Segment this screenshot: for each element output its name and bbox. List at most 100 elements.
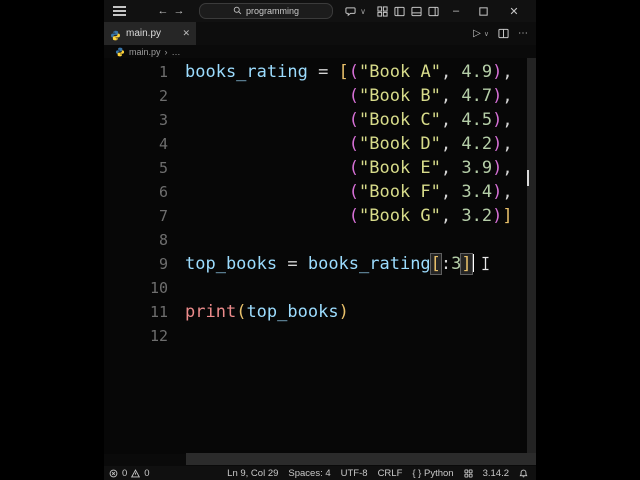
code-token: ): [492, 86, 503, 106]
vertical-scrollbar[interactable]: [527, 58, 536, 454]
chat-icon[interactable]: [342, 0, 358, 22]
line-number: 2: [158, 87, 168, 105]
code-token: (: [348, 86, 360, 106]
bell-icon[interactable]: [519, 469, 528, 478]
line-number: 8: [158, 231, 168, 249]
line-number: 1: [158, 63, 168, 81]
code-line[interactable]: 3 ("Book C", 4.5),: [104, 108, 536, 132]
code-token: books_rating: [307, 254, 431, 274]
code-token: 4.5: [461, 110, 493, 130]
code-token: ,: [440, 134, 462, 154]
breadcrumb-symbol[interactable]: …: [172, 47, 181, 57]
code-token: 3.2: [461, 206, 493, 226]
status-item[interactable]: { } Python: [412, 468, 453, 479]
toggle-secondary-sidebar-icon[interactable]: [425, 0, 441, 22]
minimize-button[interactable]: –: [446, 0, 466, 22]
horizontal-scrollbar[interactable]: [186, 453, 536, 465]
code-line[interactable]: 6 ("Book F", 3.4),: [104, 180, 536, 204]
status-item[interactable]: UTF-8: [341, 468, 368, 479]
code-text: ("Book E", 3.9),: [168, 156, 513, 180]
overview-ruler-marker: [527, 170, 529, 186]
code-line[interactable]: 2 ("Book B", 4.7),: [104, 84, 536, 108]
maximize-button[interactable]: [473, 0, 493, 22]
code-token: ,: [502, 62, 513, 82]
code-token: ,: [440, 86, 462, 106]
code-token: [: [429, 253, 442, 275]
code-token: :: [440, 254, 452, 274]
code-line[interactable]: 8: [104, 228, 536, 252]
code-line[interactable]: 1 books_rating = [("Book A", 4.9),: [104, 60, 536, 84]
code-token: ): [338, 302, 349, 322]
code-token: "Book F": [359, 182, 441, 202]
code-text: books_rating = [("Book A", 4.9),: [168, 60, 513, 84]
status-item[interactable]: Ln 9, Col 29: [227, 468, 278, 479]
tab-bar: main.py ✕ ▷ ∨ ⋯: [104, 22, 536, 45]
grid-icon[interactable]: [464, 468, 473, 478]
code-text: ("Book B", 4.7),: [168, 84, 513, 108]
line-number: 10: [149, 279, 168, 297]
code-line[interactable]: 5 ("Book E", 3.9),: [104, 156, 536, 180]
close-button[interactable]: ✕: [504, 0, 524, 22]
status-item[interactable]: Spaces: 4: [288, 468, 330, 479]
code-token: 4.9: [461, 62, 493, 82]
code-line[interactable]: 7 ("Book G", 3.2)]: [104, 204, 536, 228]
status-right: Ln 9, Col 29 Spaces: 4 UTF-8 CRLF { } Python…: [227, 468, 536, 479]
command-center-search[interactable]: programming: [199, 2, 333, 19]
forward-arrow-icon[interactable]: →: [172, 0, 186, 22]
line-number: 5: [158, 159, 168, 177]
customize-layout-icon[interactable]: [374, 0, 390, 22]
code-line[interactable]: 12: [104, 324, 536, 348]
code-token: 3: [451, 254, 462, 274]
problems-indicator[interactable]: 0 0: [104, 468, 150, 479]
code-token: (: [348, 206, 360, 226]
editor-actions: ▷ ∨ ⋯: [473, 22, 528, 45]
toggle-sidebar-icon[interactable]: [391, 0, 407, 22]
code-token: 3.9: [461, 158, 493, 178]
code-token: print: [185, 302, 237, 322]
status-bar: 0 0 Ln 9, Col 29 Spaces: 4 UTF-8 CRLF { } Py…: [104, 466, 536, 480]
code-editor[interactable]: 1 books_rating = [("Book A", 4.9), 2 ("Boo…: [104, 58, 536, 454]
toggle-panel-icon[interactable]: [408, 0, 424, 22]
code-token: ,: [440, 158, 462, 178]
python-version[interactable]: 3.14.2: [483, 468, 509, 479]
code-token: [: [338, 62, 349, 82]
status-item[interactable]: CRLF: [378, 468, 403, 479]
run-chevron-icon[interactable]: ∨: [484, 30, 489, 38]
code-line[interactable]: 10: [104, 276, 536, 300]
vscode-window: ← → programming ∨ – ✕ main.py ✕ ▷ ∨ ⋯ ma…: [104, 0, 536, 480]
code-token: 4.7: [461, 86, 493, 106]
chevron-down-icon[interactable]: ∨: [358, 0, 368, 22]
breadcrumb[interactable]: main.py › …: [104, 45, 536, 58]
tab-close-icon[interactable]: ✕: [182, 28, 190, 39]
tab-main-py[interactable]: main.py ✕: [104, 22, 196, 45]
tab-label: main.py: [126, 28, 162, 39]
menu-icon[interactable]: [110, 0, 128, 22]
code-token: "Book A": [359, 62, 441, 82]
search-icon: [233, 6, 242, 15]
code-line[interactable]: 11 print(top_books): [104, 300, 536, 324]
code-token: ): [492, 110, 503, 130]
run-button[interactable]: ▷: [473, 28, 481, 39]
code-line[interactable]: 9 top_books = books_rating[:3]: [104, 252, 536, 276]
title-bar: ← → programming ∨ – ✕: [104, 0, 536, 22]
code-line[interactable]: 4 ("Book D", 4.2),: [104, 132, 536, 156]
code-text: ("Book F", 3.4),: [168, 180, 513, 204]
line-number: 3: [158, 111, 168, 129]
split-editor-icon[interactable]: [498, 28, 509, 39]
python-icon: [110, 28, 121, 41]
code-token: (: [236, 302, 247, 322]
search-query-text: programming: [245, 5, 300, 16]
code-token: 3.4: [461, 182, 493, 202]
line-number: 9: [158, 255, 168, 273]
code-token: "Book D": [359, 134, 441, 154]
more-actions-icon[interactable]: ⋯: [518, 28, 528, 39]
line-number: 6: [158, 183, 168, 201]
python-icon: [115, 47, 125, 57]
back-arrow-icon[interactable]: ←: [156, 0, 170, 22]
breadcrumb-file[interactable]: main.py: [129, 47, 161, 57]
